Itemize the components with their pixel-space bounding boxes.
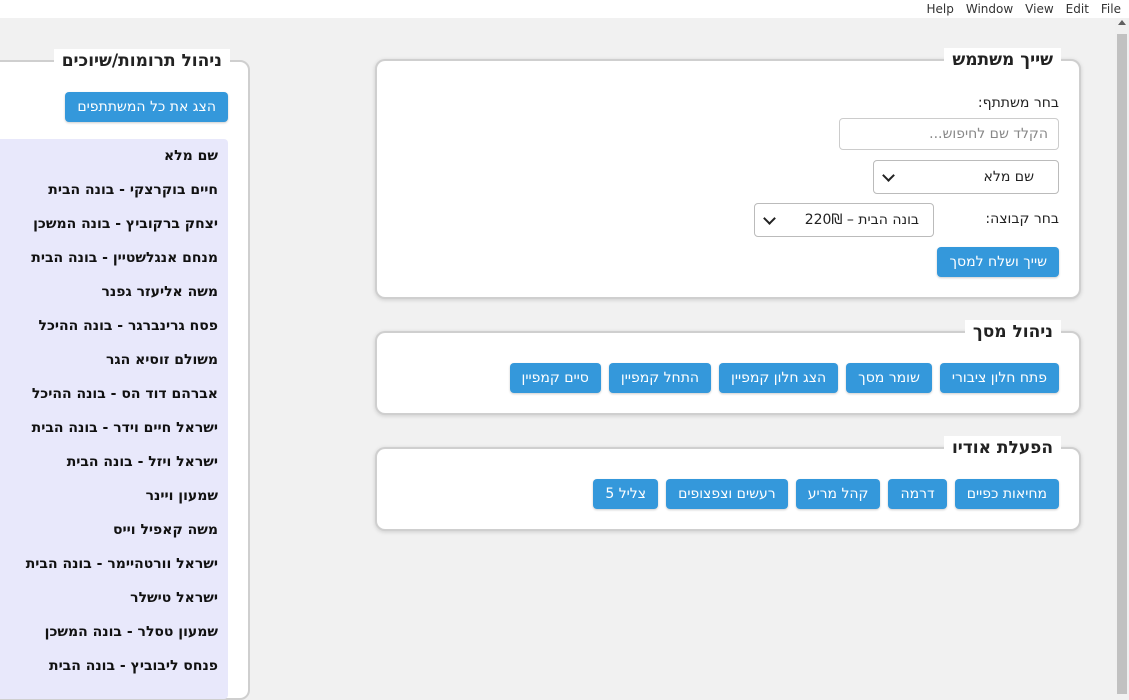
group-select[interactable]: בונה הבית – 220₪ [754, 203, 934, 237]
crowd-cheer-button[interactable]: קהל מריע [795, 479, 881, 509]
list-item[interactable]: משה אליעזר גפנר [0, 275, 228, 309]
noises-button[interactable]: רעשים וצפצופים [666, 479, 788, 509]
list-item[interactable]: ישראל טישלר [0, 581, 228, 615]
screen-management-section: ניהול מסך פתח חלון ציבורי שומר מסך הצג ח… [375, 320, 1081, 415]
assign-user-title: שייך משתמש [944, 48, 1061, 72]
list-header: שם מלא [163, 148, 218, 164]
audio-buttons: מחיאות כפיים דרמה קהל מריע רעשים וצפצופי… [593, 479, 1059, 509]
list-item[interactable]: ישראל ויזל - בונה הבית [0, 445, 228, 479]
donations-panel: ניהול תרומות/שיוכים הצג את כל המשתתפים ש… [0, 49, 250, 700]
assign-user-section: שייך משתמש בחר משתתף: שם מלא בחר קבוצה: … [375, 48, 1081, 299]
assign-and-send-button[interactable]: שייך ושלח למסך [937, 247, 1059, 277]
audio-title: הפעלת אודיו [943, 436, 1061, 460]
list-item[interactable]: שמעון טסלר - בונה המשכן [0, 615, 228, 649]
choose-group-label: בחר קבוצה: [985, 211, 1059, 227]
list-item[interactable]: פנחס ליבוביץ - בונה הבית [0, 649, 228, 683]
list-item[interactable]: ישראל חיים וידר - בונה הבית [0, 411, 228, 445]
screen-management-title: ניהול מסך [964, 320, 1061, 344]
menu-help[interactable]: Help [920, 0, 959, 18]
open-public-window-button[interactable]: פתח חלון ציבורי [939, 363, 1059, 393]
show-all-participants-button[interactable]: הצג את כל המשתתפים [65, 92, 228, 122]
list-item[interactable]: מנחם אנגלשטיין - בונה הבית [0, 241, 228, 275]
drama-button[interactable]: דרמה [888, 479, 947, 509]
list-item[interactable]: משה קאפיל וייס [0, 513, 228, 547]
list-item[interactable]: אברהם דוד הס - בונה ההיכל [0, 377, 228, 411]
screen-buttons: פתח חלון ציבורי שומר מסך הצג חלון קמפיין… [509, 363, 1059, 393]
chevron-down-icon [763, 211, 776, 225]
participant-search-input[interactable] [839, 118, 1059, 150]
list-item[interactable]: חיים בוקרצקי - בונה הבית [0, 173, 228, 207]
participant-select[interactable]: שם מלא [873, 160, 1059, 194]
participant-select-value: שם מלא [983, 169, 1034, 185]
show-campaign-window-button[interactable]: הצג חלון קמפיין [719, 363, 839, 393]
vertical-scrollbar[interactable] [1115, 18, 1129, 694]
list-item[interactable]: יצחק ברקוביץ - בונה המשכן [0, 207, 228, 241]
menu-bar: File Edit View Window Help [0, 0, 1129, 18]
list-item[interactable]: ישראל וורטהיימר - בונה הבית [0, 547, 228, 581]
list-item[interactable]: שמעון ויינר [0, 479, 228, 513]
applause-button[interactable]: מחיאות כפיים [954, 479, 1059, 509]
scroll-thumb[interactable] [1117, 34, 1127, 694]
start-campaign-button[interactable]: התחל קמפיין [608, 363, 712, 393]
menu-edit[interactable]: Edit [1060, 0, 1095, 18]
choose-participant-label: בחר משתתף: [977, 95, 1059, 111]
group-select-value: בונה הבית – 220₪ [804, 212, 919, 228]
end-campaign-button[interactable]: סיים קמפיין [509, 363, 601, 393]
audio-section: הפעלת אודיו מחיאות כפיים דרמה קהל מריע ר… [375, 436, 1081, 531]
menu-view[interactable]: View [1019, 0, 1059, 18]
menu-window[interactable]: Window [960, 0, 1019, 18]
list-item[interactable]: משולם זוסיא הגר [0, 343, 228, 377]
participants-list: שם מלא חיים בוקרצקי - בונה הבית יצחק ברק… [0, 139, 228, 699]
chevron-down-icon [882, 168, 895, 182]
sound-5-button[interactable]: צליל 5 [593, 479, 659, 509]
donations-title: ניהול תרומות/שיוכים [53, 49, 230, 73]
scroll-up-icon[interactable] [1118, 20, 1126, 25]
screensaver-button[interactable]: שומר מסך [846, 363, 932, 393]
menu-file[interactable]: File [1095, 0, 1129, 18]
list-item[interactable]: פסח גרינברגר - בונה ההיכל [0, 309, 228, 343]
